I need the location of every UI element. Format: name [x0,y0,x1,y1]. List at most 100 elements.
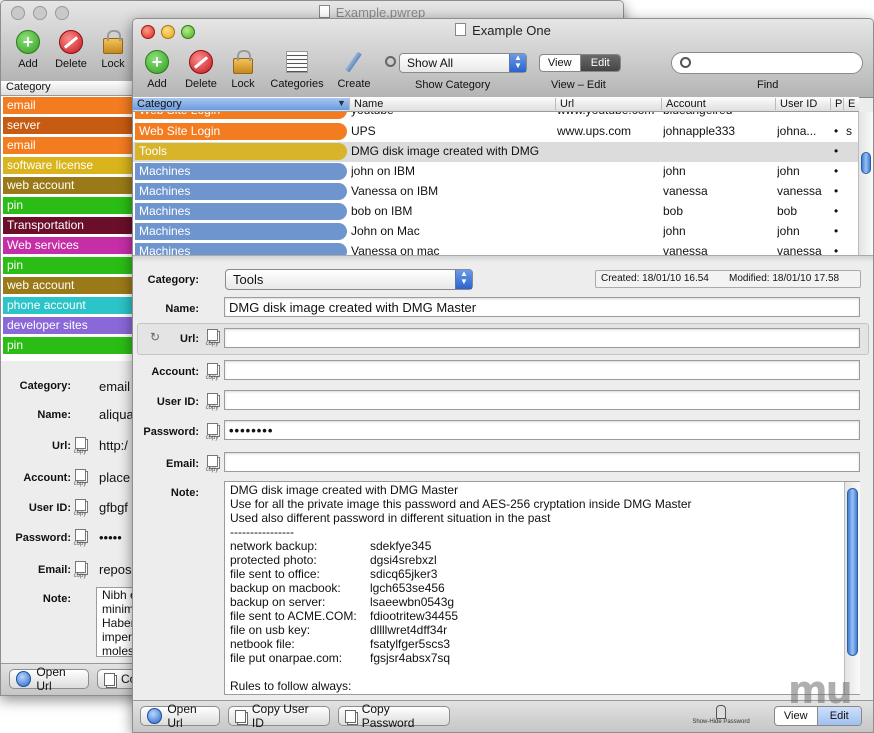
table-row[interactable]: Machines Vanessa on mac vanessa vanessa • [133,242,859,255]
copy-userid-icon[interactable]: copy [73,499,87,517]
table-row[interactable]: Web Site Login UPS www.ups.com johnapple333… [133,122,859,142]
category-pill: pin [3,257,139,274]
userid-field[interactable] [224,390,860,410]
minimize-light[interactable] [33,6,47,20]
toolbar-view-segment[interactable]: View [540,55,581,71]
list-item[interactable]: web account [1,276,141,296]
table-scrollbar[interactable] [858,112,873,255]
category-pill: pin [3,197,139,214]
list-item[interactable]: software license [1,156,141,176]
pencil-icon [343,51,365,73]
list-item[interactable]: developer sites [1,316,141,336]
list-item[interactable]: pin [1,196,141,216]
list-item[interactable]: server [1,116,141,136]
cell-p: • [834,144,839,158]
find-input[interactable] [696,55,855,71]
list-item[interactable]: email [1,96,141,116]
list-item[interactable]: phone account [1,296,141,316]
copy-account-icon[interactable]: copy [205,363,219,381]
copy-url-icon[interactable]: copy [205,329,219,347]
lock-button[interactable]: Lock [216,49,270,90]
table-row[interactable]: Web Site Login youtube www.youtube.comblue… [133,112,859,121]
note-key: netbook file: [230,637,295,651]
document-icon [318,5,330,18]
view-edit-segmented[interactable]: View Edit [539,54,621,72]
note-line: file on usb key: dllllwret4dff34r [230,623,841,637]
category-pill: Transportation [3,217,139,234]
col-userid[interactable]: User ID [775,98,817,110]
category-pill: phone account [3,297,139,314]
back-detail: Category: email Name: aliqua Url: copy h… [1,363,146,663]
back-open-url-button[interactable]: Open Url [9,665,89,693]
cell-name: DMG disk image created with DMG [351,144,540,158]
note-scrollbar[interactable] [844,482,860,694]
show-hide-password-button[interactable]: Show-Hide Password [686,705,756,725]
zoom-light[interactable] [55,6,69,20]
cell-p: • [834,184,839,198]
copy-userid-icon[interactable]: copy [205,393,219,411]
back-note-label: Note: [42,593,71,605]
table-row[interactable]: Machines John on Mac john john • [133,222,859,242]
col-e[interactable]: E [843,98,855,110]
close-light[interactable] [11,6,25,20]
cell-userid: bob [777,204,798,218]
back-name-value: aliqua [99,407,134,422]
col-account[interactable]: Account [661,98,706,110]
copy-account-icon[interactable]: copy [73,469,87,487]
category-pill: Machines [135,163,347,180]
col-p[interactable]: P [830,98,842,110]
name-label: Name: [165,303,199,315]
name-field[interactable]: DMG disk image created with DMG Master [224,297,860,317]
create-button[interactable]: Create [327,49,381,90]
note-key: network backup: [230,539,318,553]
note-scroll-thumb[interactable] [847,488,858,656]
show-category-popup[interactable]: Show All ▲ ▼ [399,53,527,73]
account-field[interactable] [224,360,860,380]
back-userid-label: User ID: [28,502,71,514]
cell-name: john on IBM [351,164,416,178]
mu-watermark-logo: mu [788,668,853,712]
toolbar-edit-segment[interactable]: Edit [580,55,620,71]
note-key: backup on server: [230,595,326,609]
email-field[interactable] [224,452,860,472]
url-field[interactable] [224,328,860,348]
open-url-button[interactable]: Open Url [140,702,220,730]
table-row[interactable]: Machines john on IBM john john • [133,162,859,182]
note-value: fgsjsr4absx7sq [370,651,451,665]
copy-icon [345,709,356,723]
table-row[interactable]: Machines Vanessa on IBM vanessa vanessa • [133,182,859,202]
col-url[interactable]: Url [555,98,574,110]
back-category-header[interactable]: Category [1,81,146,96]
cell-userid: johna... [777,124,817,138]
list-item[interactable]: web account [1,176,141,196]
note-area[interactable]: DMG disk image created with DMG Master Us… [224,481,860,695]
col-name[interactable]: Name [349,98,383,110]
table-row[interactable]: Machines bob on IBM bob bob • [133,202,859,222]
password-field[interactable]: •••••••• [224,420,860,440]
back-url-label: Url: [52,440,71,452]
copy-email-icon[interactable]: copy [73,561,87,579]
list-item[interactable]: email [1,136,141,156]
category-pill: Web Site Login [135,123,347,140]
back-category-value: email [99,379,131,394]
copy-password-icon[interactable]: copy [73,529,87,547]
list-item[interactable]: Transportation [1,216,141,236]
copy-password-button[interactable]: Copy Password [338,702,450,730]
list-item[interactable]: pin [1,336,141,356]
document-icon [455,23,467,36]
category-popup[interactable]: Tools ▲ ▼ [225,269,473,290]
list-item[interactable]: Web services [1,236,141,256]
category-pill: developer sites [3,317,139,334]
copy-email-icon[interactable]: copy [205,455,219,473]
find-field[interactable] [671,52,863,74]
categories-button[interactable]: Categories [265,49,329,90]
list-item[interactable]: pin [1,256,141,276]
col-category[interactable]: Category [133,98,349,110]
table-scroll-thumb[interactable] [861,152,871,174]
table-row[interactable]: Tools DMG disk image created with DMG • [133,142,859,162]
copy-url-icon[interactable]: copy [73,437,87,455]
split-divider[interactable] [133,255,873,262]
copy-userid-button[interactable]: Copy User ID [228,702,330,730]
password-label: Password: [143,426,199,438]
copy-password-icon[interactable]: copy [205,423,219,441]
